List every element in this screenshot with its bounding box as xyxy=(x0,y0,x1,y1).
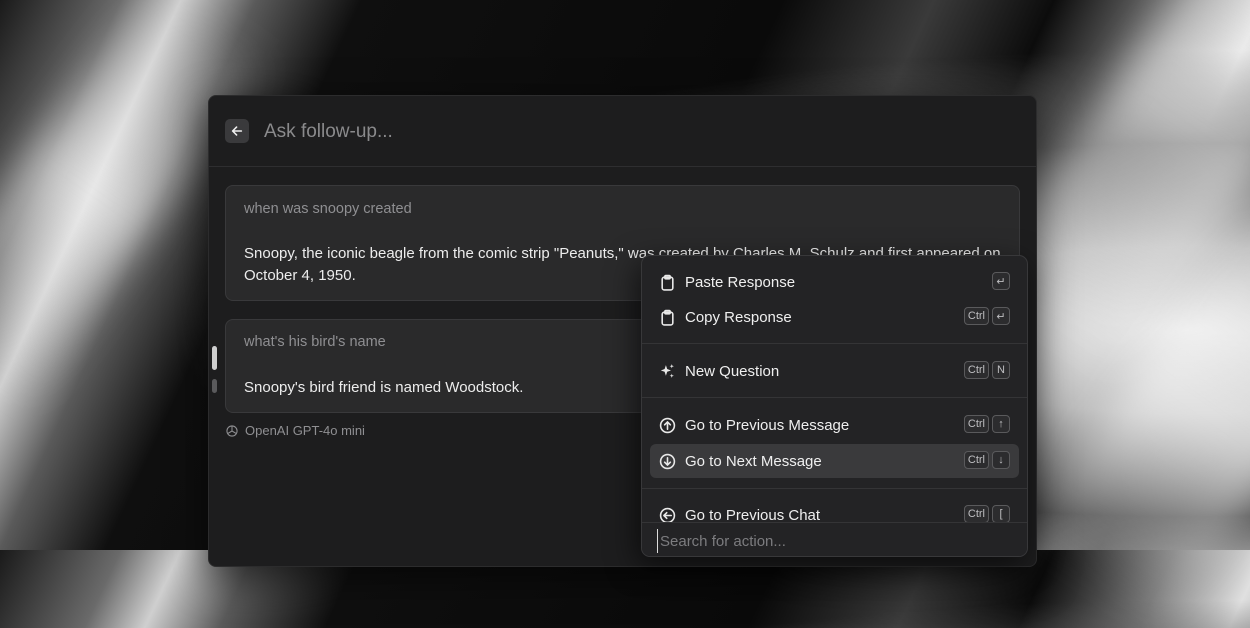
key-enter: ↵ xyxy=(992,272,1010,290)
background-light-streak xyxy=(1025,202,1250,628)
arrow-left-icon xyxy=(231,126,243,136)
menu-divider xyxy=(642,488,1027,489)
menu-item-label: Paste Response xyxy=(685,274,796,291)
key-ctrl: Ctrl xyxy=(963,451,989,469)
scroll-indicator[interactable] xyxy=(212,379,217,393)
key-n: N xyxy=(992,361,1010,379)
menu-item-paste-response[interactable]: Paste Response ↵ xyxy=(650,265,1019,299)
model-label: OpenAI GPT-4o mini xyxy=(225,423,365,438)
key-ctrl: Ctrl xyxy=(963,361,989,379)
shortcut-keys: Ctrl ↵ xyxy=(963,307,1010,325)
model-name: OpenAI GPT-4o mini xyxy=(245,423,365,438)
sparkles-icon xyxy=(660,364,674,378)
key-bracket-left: [ xyxy=(992,505,1010,523)
menu-item-label: Copy Response xyxy=(685,309,792,326)
ask-follow-up-input[interactable] xyxy=(262,118,866,146)
menu-item-previous-message[interactable]: Go to Previous Message Ctrl ↑ xyxy=(650,408,1019,442)
key-ctrl: Ctrl xyxy=(963,505,989,523)
key-ctrl: Ctrl xyxy=(963,307,989,325)
menu-item-label: Go to Previous Message xyxy=(685,417,850,434)
menu-item-label: New Question xyxy=(685,363,780,380)
question-text: when was snoopy created xyxy=(244,201,412,217)
shortcut-keys: Ctrl ↑ xyxy=(963,415,1010,433)
menu-item-label: Go to Next Message xyxy=(685,453,822,470)
key-arrow-down: ↓ xyxy=(992,451,1010,469)
question-text: what's his bird's name xyxy=(244,334,386,350)
shortcut-keys: Ctrl ↓ xyxy=(963,451,1010,469)
key-enter: ↵ xyxy=(992,307,1010,325)
action-search-bar xyxy=(642,522,1027,556)
openai-icon xyxy=(226,424,238,437)
menu-divider xyxy=(642,397,1027,398)
menu-item-copy-response[interactable]: Copy Response Ctrl ↵ xyxy=(650,300,1019,334)
action-search-input[interactable] xyxy=(657,529,1002,553)
shortcut-keys: Ctrl [ xyxy=(963,505,1010,523)
arrow-down-circle-icon xyxy=(659,453,676,470)
menu-divider xyxy=(642,343,1027,344)
menu-item-new-question[interactable]: New Question Ctrl N xyxy=(650,354,1019,388)
menu-item-next-message[interactable]: Go to Next Message Ctrl ↓ xyxy=(650,444,1019,478)
clipboard-icon xyxy=(661,309,674,326)
arrow-up-circle-icon xyxy=(659,417,676,434)
scroll-indicator-active[interactable] xyxy=(212,346,217,370)
shortcut-keys: ↵ xyxy=(992,272,1010,290)
chat-header xyxy=(209,96,1036,167)
key-arrow-up: ↑ xyxy=(992,415,1010,433)
clipboard-icon xyxy=(661,274,674,291)
shortcut-keys: Ctrl N xyxy=(963,361,1010,379)
key-ctrl: Ctrl xyxy=(963,415,989,433)
action-menu: Paste Response ↵ Copy Response Ctrl ↵ Ne… xyxy=(641,255,1028,557)
back-button[interactable] xyxy=(225,119,249,143)
